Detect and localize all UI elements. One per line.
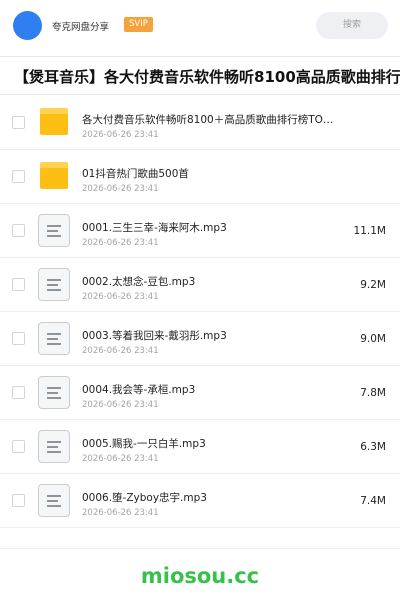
file-date: 2026-06-26 23:41 [82, 292, 159, 302]
file-row[interactable]: 0006.堕-Zyboy忠宇.mp3 2026-06-26 23:41 7.4M [0, 474, 400, 528]
share-title-bar: 【煲耳音乐】各大付费音乐软件畅听8100高品质歌曲排行榜 [0, 56, 400, 95]
audio-file-icon [38, 214, 70, 247]
folder-icon [40, 162, 68, 189]
select-checkbox[interactable] [12, 116, 25, 129]
file-name: 0005.赐我-一只白羊.mp3 [82, 438, 206, 450]
file-row[interactable]: 0003.等着我回来-戴羽彤.mp3 2026-06-26 23:41 9.0M [0, 312, 400, 366]
avatar[interactable] [13, 11, 42, 40]
select-checkbox[interactable] [12, 386, 25, 399]
file-name: 0004.我会等-承桓.mp3 [82, 384, 196, 396]
username-label: 夸克网盘分享 [52, 22, 110, 33]
file-row[interactable]: 0001.三生三幸-海来阿木.mp3 2026-06-26 23:41 11.1M [0, 204, 400, 258]
audio-file-icon [38, 484, 70, 517]
file-size: 9.0M [360, 333, 386, 345]
select-checkbox[interactable] [12, 224, 25, 237]
file-date: 2026-06-26 23:41 [82, 400, 159, 410]
select-checkbox[interactable] [12, 332, 25, 345]
file-row[interactable]: 0004.我会等-承桓.mp3 2026-06-26 23:41 7.8M [0, 366, 400, 420]
select-checkbox[interactable] [12, 170, 25, 183]
file-date: 2026-06-26 23:41 [82, 508, 159, 518]
file-size: 11.1M [353, 225, 386, 237]
footer: miosou.cc [0, 548, 400, 600]
audio-file-icon [38, 322, 70, 355]
file-date: 2026-06-26 23:41 [82, 454, 159, 464]
folder-icon [40, 108, 68, 135]
file-name: 0003.等着我回来-戴羽彤.mp3 [82, 330, 227, 342]
file-size: 7.4M [360, 495, 386, 507]
file-date: 2026-06-26 23:41 [82, 238, 159, 248]
select-checkbox[interactable] [12, 494, 25, 507]
file-name: 0006.堕-Zyboy忠宇.mp3 [82, 492, 207, 504]
file-date: 2026-06-26 23:41 [82, 130, 159, 140]
file-date: 2026-06-26 23:41 [82, 346, 159, 356]
file-row[interactable]: 0005.赐我-一只白羊.mp3 2026-06-26 23:41 6.3M [0, 420, 400, 474]
file-name: 各大付费音乐软件畅听8100＋高品质歌曲排行榜TO… [82, 114, 334, 126]
select-checkbox[interactable] [12, 440, 25, 453]
file-list: 各大付费音乐软件畅听8100＋高品质歌曲排行榜TO… 2026-06-26 23:… [0, 96, 400, 528]
file-name: 01抖音热门歌曲500首 [82, 168, 189, 180]
audio-file-icon [38, 430, 70, 463]
file-row[interactable]: 0002.太想念-豆包.mp3 2026-06-26 23:41 9.2M [0, 258, 400, 312]
svip-badge: SVIP [124, 17, 153, 32]
file-name: 0001.三生三幸-海来阿木.mp3 [82, 222, 227, 234]
watermark-text: miosou.cc [140, 564, 260, 588]
file-name: 0002.太想念-豆包.mp3 [82, 276, 196, 288]
file-row[interactable]: 01抖音热门歌曲500首 2026-06-26 23:41 [0, 150, 400, 204]
search-button[interactable]: 搜索 [316, 12, 388, 39]
file-size: 9.2M [360, 279, 386, 291]
select-checkbox[interactable] [12, 278, 25, 291]
audio-file-icon [38, 268, 70, 301]
file-date: 2026-06-26 23:41 [82, 184, 159, 194]
file-row[interactable]: 各大付费音乐软件畅听8100＋高品质歌曲排行榜TO… 2026-06-26 23:… [0, 96, 400, 150]
share-title: 【煲耳音乐】各大付费音乐软件畅听8100高品质歌曲排行榜 [14, 68, 400, 86]
file-size: 6.3M [360, 441, 386, 453]
audio-file-icon [38, 376, 70, 409]
header-bar: 夸克网盘分享 SVIP 搜索 [0, 0, 400, 52]
file-size: 7.8M [360, 387, 386, 399]
